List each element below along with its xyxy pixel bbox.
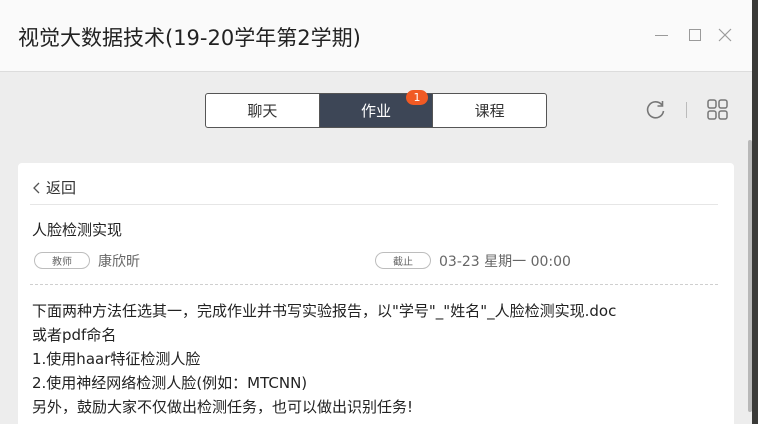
minimize-icon: [654, 34, 668, 36]
content-line: 1.使用haar特征检测人脸: [32, 350, 201, 368]
window-title: 视觉大数据技术(19-20学年第2学期): [18, 26, 361, 50]
tab-label: 课程: [474, 102, 505, 120]
tab-label: 聊天: [247, 102, 278, 120]
content-line: 或者pdf命名: [32, 326, 117, 344]
teacher-name: 康欣昕: [98, 254, 140, 270]
back-link[interactable]: 返回: [30, 177, 76, 198]
tab-chat[interactable]: 聊天: [206, 94, 319, 127]
homework-detail-card: 返回 人脸检测实现 教师 康欣昕 截止 03-23 星期一 00:00 下面两种…: [18, 163, 734, 424]
tab-label: 作业: [361, 102, 392, 120]
content-line: 下面两种方法任选其一，完成作业并书写实验报告，以"学号"_"姓名"_人脸检测实现…: [32, 302, 617, 320]
deadline-time: 03-23 星期一 00:00: [439, 254, 571, 270]
role-tag: 教师: [34, 252, 90, 269]
homework-badge: 1: [406, 90, 428, 105]
homework-title: 人脸检测实现: [32, 221, 123, 239]
homework-content: 下面两种方法任选其一，完成作业并书写实验报告，以"学号"_"姓名"_人脸检测实现…: [32, 299, 722, 419]
close-button[interactable]: [714, 24, 736, 46]
refresh-icon: [646, 101, 665, 119]
app-window: 视觉大数据技术(19-20学年第2学期) 聊天 作业 课程 1 返回 人脸检测实…: [0, 0, 752, 424]
title-bar: 视觉大数据技术(19-20学年第2学期): [0, 0, 752, 72]
grid-apps-icon: [707, 99, 728, 120]
maximize-icon: [689, 29, 701, 41]
chevron-left-icon: [33, 182, 40, 193]
content-line: 另外，鼓励大家不仅做出检测任务，也可以做出识别任务!: [32, 398, 414, 416]
close-icon: [718, 28, 732, 42]
dashed-divider: [30, 284, 718, 285]
maximize-button[interactable]: [684, 24, 706, 46]
background-strip: [752, 0, 758, 424]
apps-button[interactable]: [706, 98, 730, 122]
deadline-tag: 截止: [375, 252, 431, 269]
refresh-button[interactable]: [644, 98, 668, 122]
tab-switcher: 聊天 作业 课程 1: [205, 90, 547, 128]
back-label: 返回: [46, 179, 77, 197]
content-line: 2.使用神经网络检测人脸(例如：MTCNN): [32, 374, 308, 392]
toolbar-divider: [686, 102, 687, 118]
tab-course[interactable]: 课程: [432, 94, 546, 127]
minimize-button[interactable]: [650, 24, 672, 46]
divider: [30, 204, 718, 205]
